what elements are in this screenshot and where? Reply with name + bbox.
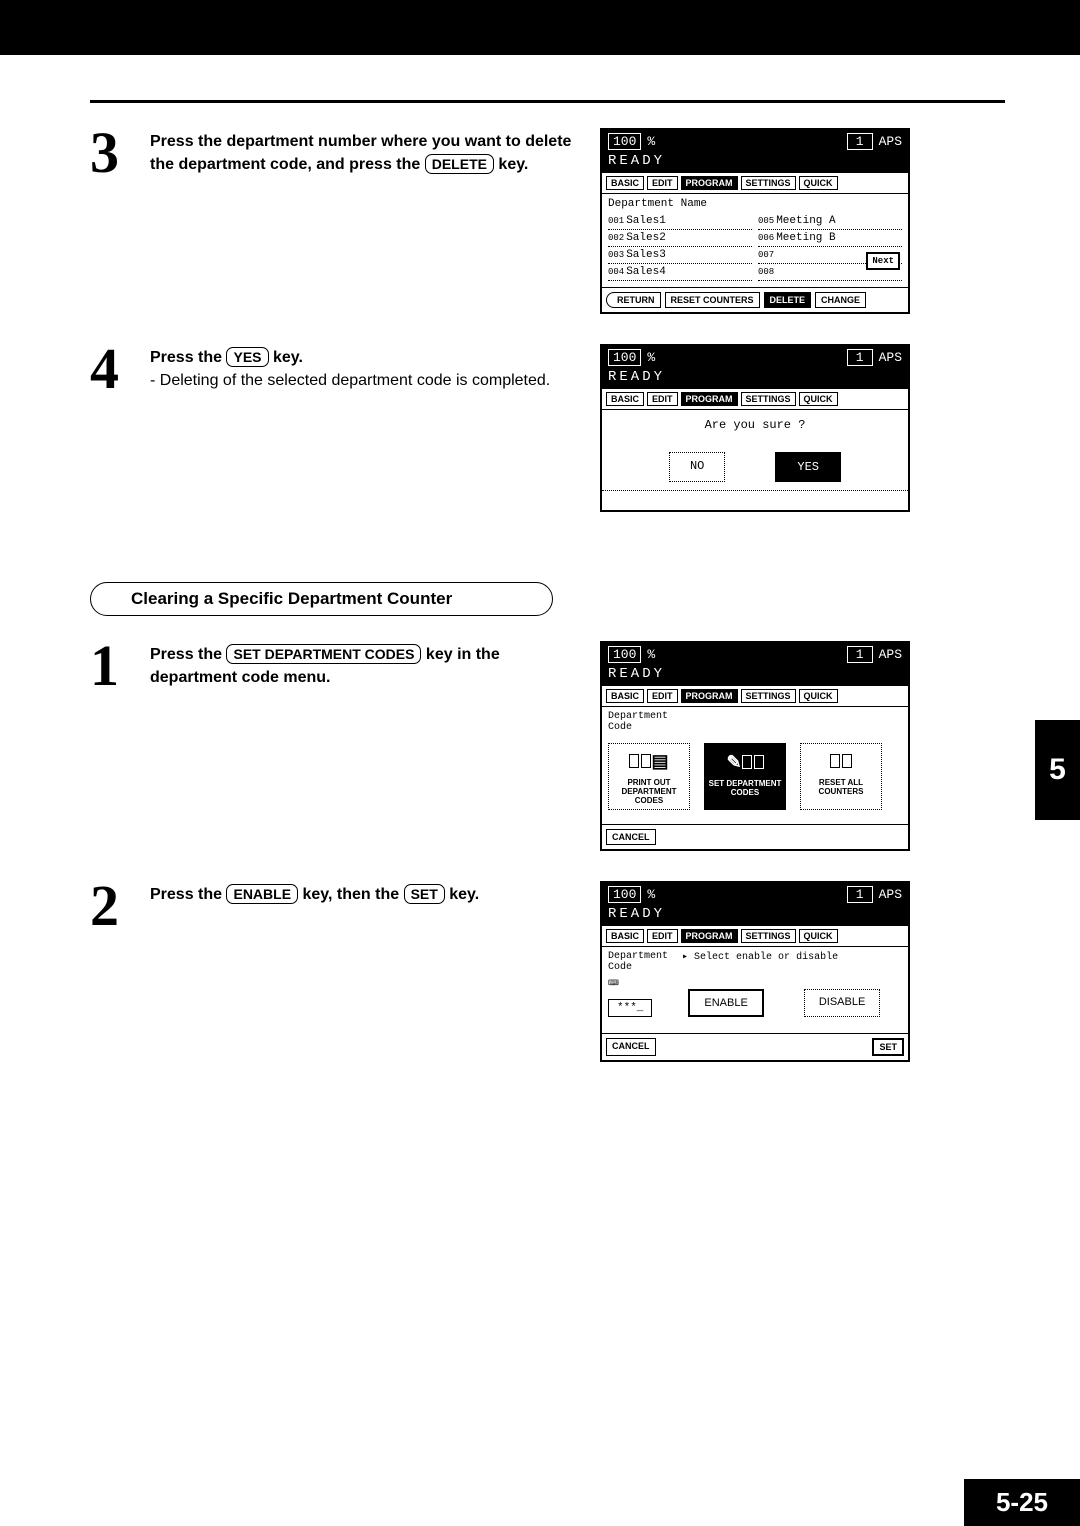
tab-settings[interactable]: SETTINGS xyxy=(741,929,796,943)
reset-all-counters-button[interactable]: RESET ALL COUNTERS xyxy=(800,743,882,810)
step-number: 4 xyxy=(90,344,130,393)
top-black-bar xyxy=(0,0,1080,55)
set-dept-codes-button[interactable]: ✎ SET DEPARTMENT CODES xyxy=(704,743,786,810)
yes-button[interactable]: YES xyxy=(775,452,841,482)
tab-quick[interactable]: QUICK xyxy=(799,689,838,703)
gear-icon: ✎ xyxy=(725,749,765,775)
step-number: 1 xyxy=(90,641,130,690)
dept-code-label: Department Code xyxy=(608,951,668,973)
tab-basic[interactable]: BASIC xyxy=(606,929,644,943)
printer-icon: ▤ xyxy=(629,748,669,774)
dept-item[interactable]: 003Sales3 xyxy=(608,247,752,264)
reset-counters-button[interactable]: RESET COUNTERS xyxy=(665,292,760,308)
step-number: 2 xyxy=(90,881,130,930)
tab-quick[interactable]: QUICK xyxy=(799,929,838,943)
tab-program[interactable]: PROGRAM xyxy=(681,392,738,406)
tab-program[interactable]: PROGRAM xyxy=(681,689,738,703)
step-number: 3 xyxy=(90,128,130,177)
change-button[interactable]: CHANGE xyxy=(815,292,866,308)
set-key-label: SET xyxy=(404,884,445,904)
set-button[interactable]: SET xyxy=(872,1038,904,1056)
disable-button[interactable]: DISABLE xyxy=(804,989,880,1017)
dept-item[interactable]: 002Sales2 xyxy=(608,230,752,247)
lcd-panel-dept-list: 100% 1 APS READY BASIC EDIT PROGRAM SETT… xyxy=(600,128,910,314)
tab-program[interactable]: PROGRAM xyxy=(681,176,738,190)
cancel-button[interactable]: CANCEL xyxy=(606,829,656,845)
select-prompt: Select enable or disable xyxy=(682,951,838,973)
section-heading: Clearing a Specific Department Counter xyxy=(90,582,553,616)
step-3-row: 3 Press the department number where you … xyxy=(90,128,1005,314)
step-2b-row: 2 Press the ENABLE key, then the SET key… xyxy=(90,881,1005,1062)
step-3-text: Press the department number where you wa… xyxy=(150,133,571,173)
tab-basic[interactable]: BASIC xyxy=(606,392,644,406)
step-4-sub: - Deleting of the selected department co… xyxy=(150,372,550,389)
tab-edit[interactable]: EDIT xyxy=(647,929,678,943)
tab-quick[interactable]: QUICK xyxy=(799,176,838,190)
confirm-prompt: Are you sure ? xyxy=(608,418,902,432)
no-button[interactable]: NO xyxy=(669,452,725,482)
set-dept-codes-key-label: SET DEPARTMENT CODES xyxy=(226,644,421,664)
dept-name-heading: Department Name xyxy=(608,198,902,210)
cancel-button[interactable]: CANCEL xyxy=(606,1038,656,1056)
tab-settings[interactable]: SETTINGS xyxy=(741,176,796,190)
enable-key-label: ENABLE xyxy=(226,884,298,904)
dept-item[interactable]: 005Meeting A xyxy=(758,213,902,230)
dept-item[interactable]: 004Sales4 xyxy=(608,264,752,281)
dept-item[interactable]: 001Sales1 xyxy=(608,213,752,230)
enable-button[interactable]: ENABLE xyxy=(688,989,763,1017)
step-4-row: 4 Press the YES key. - Deleting of the s… xyxy=(90,344,1005,512)
tab-settings[interactable]: SETTINGS xyxy=(741,689,796,703)
key-icon: ⌨ xyxy=(608,973,652,995)
tab-quick[interactable]: QUICK xyxy=(799,392,838,406)
code-mask: ***_ xyxy=(608,999,652,1017)
lcd-panel-confirm: 100% 1 APS READY BASIC EDIT PROGRAM SETT… xyxy=(600,344,910,512)
tab-settings[interactable]: SETTINGS xyxy=(741,392,796,406)
tab-basic[interactable]: BASIC xyxy=(606,176,644,190)
panel-tabs: BASIC EDIT PROGRAM SETTINGS QUICK xyxy=(602,173,908,194)
return-button[interactable]: RETURN xyxy=(606,292,661,308)
print-out-dept-codes-button[interactable]: ▤ PRINT OUT DEPARTMENT CODES xyxy=(608,743,690,810)
ready-indicator: READY xyxy=(602,153,908,173)
panel-header: 100% 1 APS xyxy=(602,130,908,153)
delete-key-label: DELETE xyxy=(425,154,494,174)
delete-button[interactable]: DELETE xyxy=(764,292,812,308)
tab-program[interactable]: PROGRAM xyxy=(681,929,738,943)
tab-edit[interactable]: EDIT xyxy=(647,689,678,703)
dept-code-label: Department Code xyxy=(608,711,902,733)
horizontal-rule xyxy=(90,100,1005,103)
chapter-tab: 5 xyxy=(1035,720,1080,820)
tab-edit[interactable]: EDIT xyxy=(647,392,678,406)
lcd-panel-dept-menu: 100% 1 APS READY BASIC EDIT PROGRAM SETT… xyxy=(600,641,910,851)
next-button[interactable]: Next xyxy=(866,252,900,270)
dept-item[interactable]: 006Meeting B xyxy=(758,230,902,247)
tab-basic[interactable]: BASIC xyxy=(606,689,644,703)
yes-key-label: YES xyxy=(226,347,268,367)
tab-edit[interactable]: EDIT xyxy=(647,176,678,190)
lcd-panel-enable: 100% 1 APS READY BASIC EDIT PROGRAM SETT… xyxy=(600,881,910,1062)
reset-icon xyxy=(821,748,861,774)
step-1b-row: 1 Press the SET DEPARTMENT CODES key in … xyxy=(90,641,1005,851)
page-number: 5-25 xyxy=(964,1479,1080,1526)
